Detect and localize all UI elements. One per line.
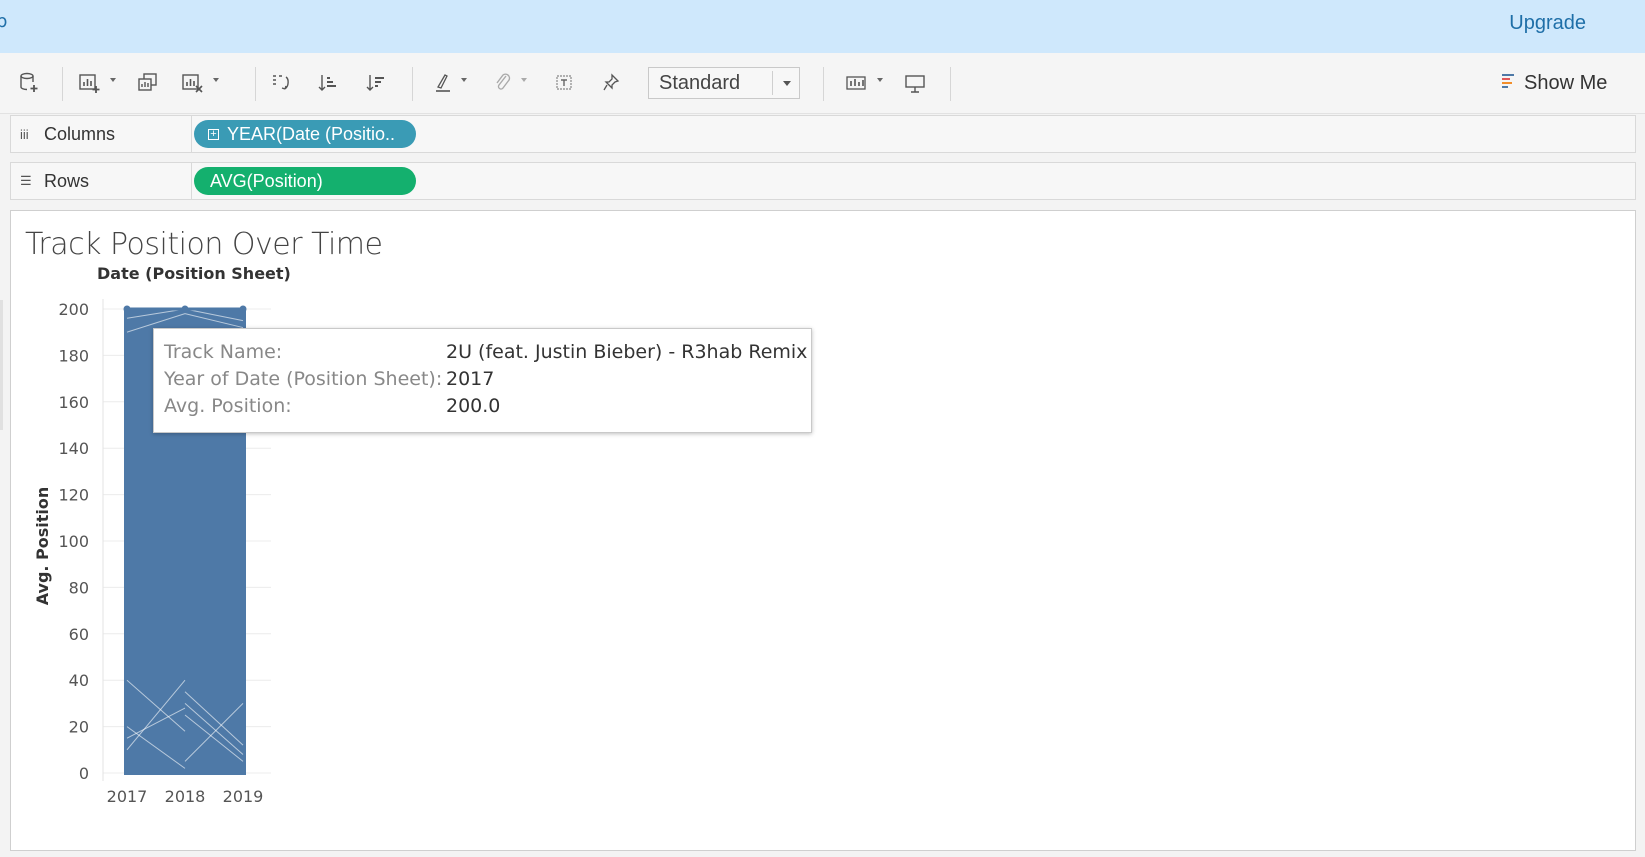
new-worksheet-icon[interactable] xyxy=(78,69,116,97)
rows-pill-label: AVG(Position) xyxy=(210,170,323,191)
presentation-icon[interactable] xyxy=(904,69,926,97)
fit-select-value: Standard xyxy=(659,72,741,94)
toolbar-separator xyxy=(823,67,824,101)
y-axis-title: Avg. Position xyxy=(33,487,52,606)
columns-pill[interactable]: + YEAR(Date (Positio.. xyxy=(194,120,416,148)
columns-shelf[interactable]: iii Columns + YEAR(Date (Positio.. xyxy=(10,115,1636,153)
duplicate-sheet-icon[interactable] xyxy=(137,69,159,97)
y-tick-label: 180 xyxy=(58,346,89,365)
sort-ascending-icon[interactable] xyxy=(317,69,339,97)
columns-label-text: Columns xyxy=(44,123,116,144)
highlighted-track-point xyxy=(123,305,131,313)
chart: Date (Position Sheet) 0 20 40 60 80 100 120 140 1… xyxy=(33,264,291,806)
select-divider xyxy=(772,71,773,95)
rows-pill[interactable]: AVG(Position) xyxy=(194,167,416,195)
highlighted-track-point xyxy=(239,305,247,313)
tooltip-value: 200.0 xyxy=(446,395,501,417)
banner-edge-glyph: þ xyxy=(0,11,8,32)
y-tick-label: 140 xyxy=(58,439,89,458)
top-banner: þ Upgrade xyxy=(0,0,1645,53)
toolbar-separator xyxy=(412,67,413,101)
highlighted-track-point xyxy=(181,305,189,313)
x-tick-label: 2018 xyxy=(165,787,206,806)
sort-descending-icon[interactable] xyxy=(365,69,387,97)
columns-pill-label: YEAR(Date (Positio.. xyxy=(227,123,396,144)
y-tick-label: 160 xyxy=(58,393,89,412)
rows-shelf[interactable]: ☰ Rows AVG(Position) xyxy=(10,162,1636,200)
y-tick-label: 60 xyxy=(69,625,89,644)
tooltip: Track Name: 2U (feat. Justin Bieber) - R3… xyxy=(153,328,812,433)
y-tick-label: 40 xyxy=(69,671,89,690)
rows-label-text: Rows xyxy=(44,170,90,191)
new-data-source-icon[interactable] xyxy=(18,69,40,97)
show-me-label: Show Me xyxy=(1524,71,1608,94)
label-icon[interactable] xyxy=(554,69,574,97)
toolbar-separator xyxy=(255,67,256,101)
show-me-icon xyxy=(1502,72,1516,95)
chevron-down-icon xyxy=(783,81,791,86)
pin-icon[interactable] xyxy=(601,69,621,97)
tooltip-key: Avg. Position: xyxy=(164,395,292,417)
columns-icon: iii xyxy=(20,126,29,142)
group-icon[interactable] xyxy=(493,69,527,97)
column-header: Date (Position Sheet) xyxy=(97,264,291,283)
y-tick-label: 0 xyxy=(79,764,89,783)
y-tick-label: 20 xyxy=(69,718,89,737)
rows-icon: ☰ xyxy=(20,173,32,188)
tooltip-key: Track Name: xyxy=(164,341,283,363)
toolbar-separator xyxy=(62,67,63,101)
toolbar-separator xyxy=(950,67,951,101)
tooltip-value: 2017 xyxy=(446,368,495,390)
show-cards-icon[interactable] xyxy=(845,69,883,97)
worksheet: Track Position Over Time Date (Position … xyxy=(10,210,1636,851)
fit-select[interactable]: Standard xyxy=(648,67,800,99)
toolbar xyxy=(0,53,1645,114)
left-panel-edge xyxy=(0,300,3,430)
expand-plus-icon[interactable]: + xyxy=(208,128,219,140)
y-tick-label: 200 xyxy=(58,300,89,319)
highlight-icon[interactable] xyxy=(433,69,467,97)
columns-shelf-label: iii Columns xyxy=(11,116,192,152)
tooltip-value: 2U (feat. Justin Bieber) - R3hab Remix xyxy=(446,341,808,363)
y-tick-label: 80 xyxy=(69,578,89,597)
x-tick-label: 2019 xyxy=(223,787,264,806)
clear-sheet-icon[interactable] xyxy=(181,69,219,97)
x-tick-label: 2017 xyxy=(107,787,148,806)
upgrade-link[interactable]: Upgrade xyxy=(1509,12,1586,35)
show-me-button[interactable]: Show Me xyxy=(1502,69,1607,97)
swap-axes-icon[interactable] xyxy=(270,69,292,97)
tooltip-key: Year of Date (Position Sheet): xyxy=(164,368,443,390)
y-tick-label: 100 xyxy=(58,532,89,551)
rows-shelf-label: ☰ Rows xyxy=(11,163,192,199)
y-tick-label: 120 xyxy=(58,486,89,505)
